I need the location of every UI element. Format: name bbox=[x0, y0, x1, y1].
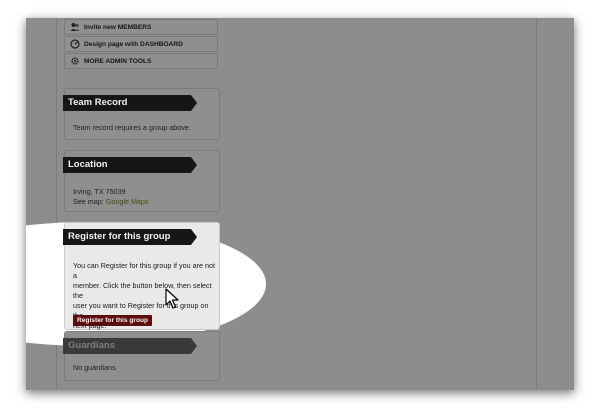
column-divider bbox=[536, 18, 537, 390]
guardians-title: Guardians bbox=[63, 338, 197, 354]
design-dashboard-button[interactable]: Design page with DASHBOARD bbox=[64, 36, 218, 52]
dashboard-icon bbox=[70, 39, 80, 49]
design-dashboard-label: Design page with DASHBOARD bbox=[84, 40, 183, 48]
google-maps-link[interactable]: Google Maps bbox=[106, 197, 149, 206]
location-panel: Location Irving, TX 75039 See map: Googl… bbox=[63, 150, 220, 212]
invite-members-button[interactable]: Invite new MEMBERS bbox=[64, 19, 218, 35]
register-text-line: member. Click the button below, then sel… bbox=[73, 281, 212, 300]
guardians-panel: Guardians No guardians bbox=[63, 331, 220, 381]
team-record-text: Team record requires a group above. bbox=[73, 123, 191, 132]
gear-icon bbox=[70, 56, 80, 66]
mouse-cursor-icon bbox=[165, 288, 179, 309]
register-panel: Register for this group You can Register… bbox=[63, 222, 220, 330]
invite-icon bbox=[70, 22, 80, 32]
team-record-title: Team Record bbox=[63, 95, 197, 111]
team-record-panel: Team Record Team record requires a group… bbox=[63, 88, 220, 140]
more-admin-tools-label: MORE ADMIN TOOLS bbox=[84, 57, 152, 65]
location-address: Irving, TX 75039 bbox=[73, 187, 126, 196]
map-prefix: See map: bbox=[73, 197, 106, 206]
invite-members-label: Invite new MEMBERS bbox=[84, 23, 152, 31]
admin-tools-list: Invite new MEMBERS Design page with DASH… bbox=[64, 18, 218, 70]
register-title: Register for this group bbox=[63, 229, 197, 245]
location-map-line: See map: Google Maps bbox=[73, 197, 149, 207]
guardians-text: No guardians bbox=[73, 363, 116, 372]
register-text-line: You can Register for this group if you a… bbox=[73, 261, 215, 280]
screenshot-frame: Invite new MEMBERS Design page with DASH… bbox=[26, 18, 574, 390]
location-title: Location bbox=[63, 157, 197, 173]
more-admin-tools-button[interactable]: MORE ADMIN TOOLS bbox=[64, 53, 218, 69]
register-button[interactable]: Register for this group bbox=[73, 315, 153, 326]
